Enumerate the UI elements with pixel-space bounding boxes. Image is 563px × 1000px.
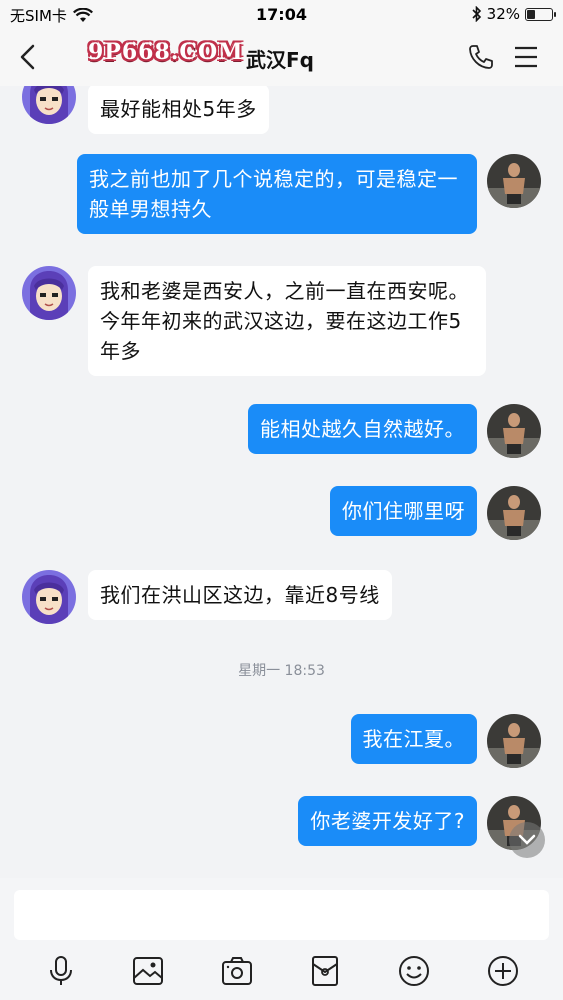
my-avatar[interactable] — [487, 154, 541, 208]
message-text: 我和老婆是西安人，之前一直在西安呢。今年年初来的武汉这边，要在这边工作5年多 — [100, 279, 469, 363]
brand-watermark: 9P668.COM — [88, 39, 244, 65]
bluetooth-icon — [472, 6, 481, 22]
menu-icon[interactable] — [513, 44, 539, 70]
chat-message-list[interactable]: 最好能相处5年多 我之前也加了几个说稳定的，可是稳定一般单男想持久 我和老婆是西… — [0, 86, 563, 886]
battery-level-fill — [527, 9, 536, 19]
cartoon-girl-avatar-icon — [22, 266, 76, 320]
message-input[interactable] — [14, 890, 549, 940]
message-bubble-incoming[interactable]: 我和老婆是西安人，之前一直在西安呢。今年年初来的武汉这边，要在这边工作5年多 — [88, 266, 486, 376]
contact-avatar[interactable] — [22, 266, 76, 320]
message-text: 能相处越久自然越好。 — [260, 417, 465, 441]
scroll-to-bottom-button[interactable] — [509, 822, 545, 858]
message-bubble-outgoing[interactable]: 能相处越久自然越好。 — [248, 404, 477, 454]
cartoon-girl-avatar-icon — [22, 86, 76, 124]
back-arrow-icon[interactable] — [14, 42, 44, 72]
status-right: 32% — [472, 5, 556, 23]
emoji-icon[interactable] — [397, 954, 431, 988]
battery-percent: 32% — [486, 5, 520, 23]
message-bubble-incoming[interactable]: 我们在洪山区这边，靠近8号线 — [88, 570, 392, 620]
status-bar: 无SIM卡 17:04 32% — [0, 0, 563, 30]
message-text: 你老婆开发好了? — [310, 809, 465, 833]
contact-avatar[interactable] — [22, 86, 76, 124]
contact-avatar[interactable] — [22, 570, 76, 624]
chevron-down-icon — [518, 834, 536, 845]
selfie-avatar-icon — [487, 486, 541, 540]
battery-icon — [525, 7, 556, 21]
plus-icon[interactable] — [486, 954, 520, 988]
message-text: 我之前也加了几个说稳定的，可是稳定一般单男想持久 — [89, 167, 458, 221]
message-bubble-outgoing[interactable]: 我之前也加了几个说稳定的，可是稳定一般单男想持久 — [77, 154, 477, 234]
timestamp-separator: 星期一 18:53 — [238, 663, 325, 679]
selfie-avatar-icon — [487, 714, 541, 768]
cartoon-girl-avatar-icon — [22, 570, 76, 624]
message-text: 我们在洪山区这边，靠近8号线 — [100, 583, 380, 607]
selfie-avatar-icon — [487, 154, 541, 208]
phone-icon[interactable] — [467, 43, 495, 71]
message-text: 最好能相处5年多 — [100, 97, 257, 121]
message-bubble-outgoing[interactable]: 你老婆开发好了? — [298, 796, 477, 846]
message-bubble-incoming[interactable]: 最好能相处5年多 — [88, 86, 269, 134]
chat-title: 武汉Fq — [246, 48, 314, 72]
nav-bar: 9P668.COM 武汉Fq — [0, 30, 563, 86]
camera-icon[interactable] — [220, 954, 254, 988]
composer — [0, 878, 563, 1000]
my-avatar[interactable] — [487, 714, 541, 768]
composer-toolbar — [0, 954, 563, 990]
my-avatar[interactable] — [487, 404, 541, 458]
selfie-avatar-icon — [487, 404, 541, 458]
message-bubble-outgoing[interactable]: 你们住哪里呀 — [330, 486, 477, 536]
microphone-icon[interactable] — [44, 954, 78, 988]
my-avatar[interactable] — [487, 486, 541, 540]
message-text: 我在江夏。 — [362, 727, 465, 751]
message-text: 你们住哪里呀 — [342, 499, 465, 523]
image-icon[interactable] — [131, 954, 165, 988]
red-packet-icon[interactable] — [308, 954, 342, 988]
message-bubble-outgoing[interactable]: 我在江夏。 — [350, 714, 477, 764]
